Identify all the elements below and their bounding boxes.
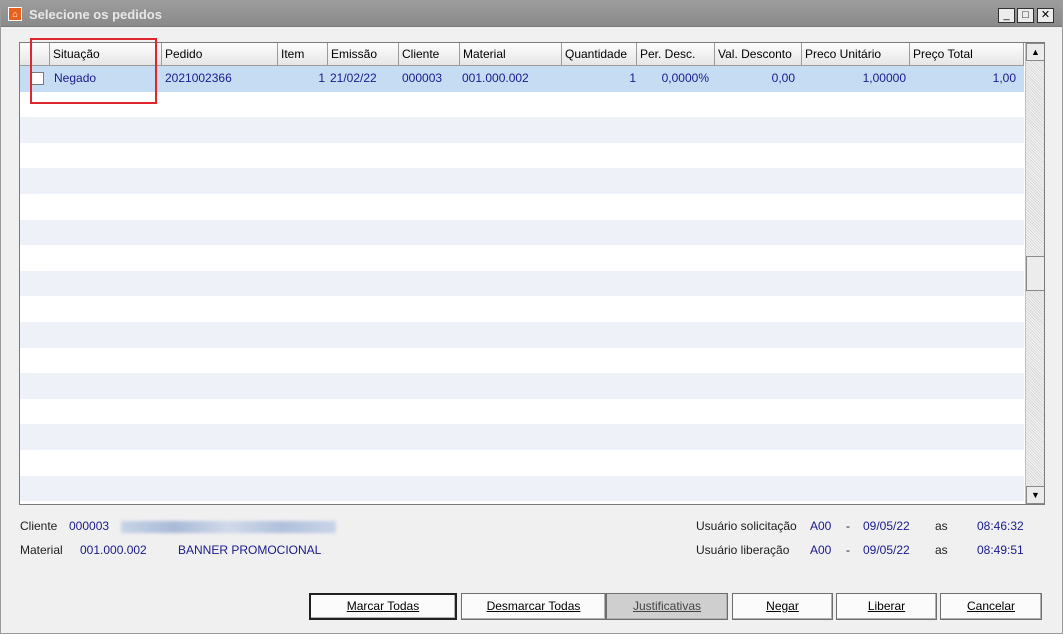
cell-material: 001.000.002: [462, 71, 529, 85]
select-orders-window: ⌂ Selecione os pedidos _ □ ✕ Situação Pe…: [0, 0, 1063, 634]
column-header-cliente[interactable]: Cliente: [399, 43, 460, 65]
orders-grid[interactable]: Situação Pedido Item Emissão Cliente Mat…: [19, 42, 1045, 505]
column-header-item[interactable]: Item: [278, 43, 328, 65]
empty-row: [20, 296, 1024, 322]
redacted-client-name: [121, 521, 336, 533]
column-header-preco-total[interactable]: Preço Total: [910, 43, 1024, 65]
close-icon[interactable]: ✕: [1037, 8, 1054, 23]
cell-preco-total: 1,00: [992, 71, 1016, 85]
empty-row: [20, 219, 1024, 246]
minimize-icon[interactable]: _: [998, 8, 1015, 23]
empty-row: [20, 475, 1024, 502]
cell-quantidade: 1: [629, 71, 636, 85]
empty-row: [20, 245, 1024, 271]
empty-row: [20, 347, 1024, 374]
empty-row: [20, 270, 1024, 297]
release-button[interactable]: Liberar: [836, 593, 937, 620]
liberacao-user: A00: [810, 543, 832, 557]
unmark-all-button[interactable]: Desmarcar Todas: [461, 593, 606, 620]
scrollbar-thumb[interactable]: [1026, 256, 1044, 291]
empty-row: [20, 168, 1024, 194]
material-code: 001.000.002: [80, 543, 147, 557]
empty-row: [20, 398, 1024, 425]
cancel-button[interactable]: Cancelar: [940, 593, 1042, 620]
maximize-icon[interactable]: □: [1017, 8, 1034, 23]
empty-row: [20, 117, 1024, 143]
vertical-scrollbar[interactable]: ▲ ▼: [1025, 43, 1044, 504]
empty-row: [20, 91, 1024, 118]
liberacao-label: Usuário liberação: [696, 543, 790, 557]
solicitacao-label: Usuário solicitação: [696, 519, 797, 533]
window-title: Selecione os pedidos: [29, 7, 162, 22]
cell-val-desconto: 0,00: [771, 71, 795, 85]
cell-emissao: 21/02/22: [330, 71, 377, 85]
empty-row: [20, 424, 1024, 450]
mark-all-button[interactable]: Marcar Todas: [309, 593, 457, 620]
deny-button[interactable]: Negar: [732, 593, 833, 620]
column-header-val-desconto[interactable]: Val. Desconto: [715, 43, 802, 65]
cliente-label: Cliente: [20, 519, 58, 533]
column-header-quantidade[interactable]: Quantidade: [562, 43, 637, 65]
solicitacao-time: 08:46:32: [977, 519, 1024, 533]
solicitacao-date: 09/05/22: [863, 519, 910, 533]
column-header-per-desc[interactable]: Per. Desc.: [637, 43, 715, 65]
app-logo-icon: ⌂: [8, 7, 22, 21]
column-header-pedido[interactable]: Pedido: [162, 43, 278, 65]
liberacao-separator: -: [846, 543, 850, 557]
cell-cliente: 000003: [402, 71, 443, 85]
cliente-code: 000003: [69, 519, 110, 533]
scroll-down-icon[interactable]: ▼: [1026, 486, 1044, 504]
solicitacao-as: as: [935, 519, 948, 533]
table-row[interactable]: Negado 2021002366 1 21/02/22 000003 001.…: [20, 66, 1024, 92]
material-label: Material: [20, 543, 63, 557]
empty-row: [20, 193, 1024, 220]
solicitacao-separator: -: [846, 519, 850, 533]
cell-item: 1: [318, 71, 325, 85]
cell-pedido: 2021002366: [165, 71, 232, 85]
grid-header: Situação Pedido Item Emissão Cliente Mat…: [20, 43, 1024, 66]
cell-preco-unitario: 1,00000: [862, 71, 906, 85]
material-name: BANNER PROMOCIONAL: [178, 543, 322, 557]
empty-row: [20, 321, 1024, 348]
scroll-up-icon[interactable]: ▲: [1026, 43, 1044, 61]
empty-row: [20, 142, 1024, 169]
column-header-emissao[interactable]: Emissão: [328, 43, 399, 65]
liberacao-time: 08:49:51: [977, 543, 1024, 557]
liberacao-as: as: [935, 543, 948, 557]
justifications-button[interactable]: Justificativas: [606, 593, 728, 620]
column-header-material[interactable]: Material: [460, 43, 562, 65]
grid-rows: Negado 2021002366 1 21/02/22 000003 001.…: [20, 66, 1024, 502]
title-bar: ⌂ Selecione os pedidos _ □ ✕: [1, 1, 1062, 27]
empty-row: [20, 449, 1024, 476]
empty-row: [20, 373, 1024, 399]
liberacao-date: 09/05/22: [863, 543, 910, 557]
cell-per-desc: 0,0000%: [661, 71, 709, 85]
annotation-highlight-box: [30, 38, 157, 104]
column-header-preco-unitario[interactable]: Preco Unitário: [802, 43, 910, 65]
solicitacao-user: A00: [810, 519, 832, 533]
